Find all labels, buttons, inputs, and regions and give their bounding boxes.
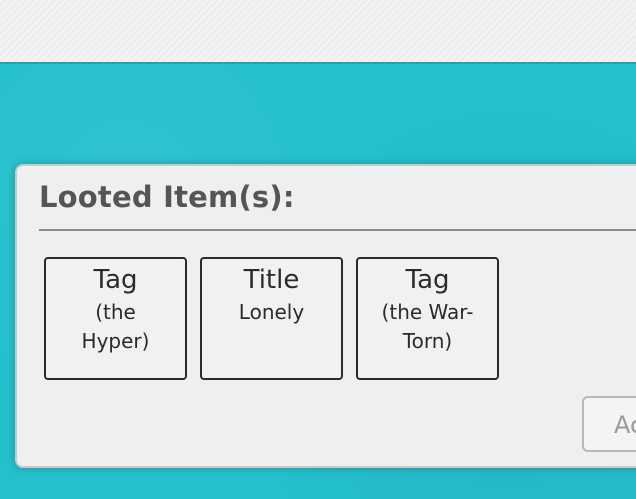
item-name-label: (the War-Torn) (381, 300, 474, 353)
item-type-label: Tag (405, 265, 450, 295)
looted-items-list: Tag (the Hyper) Title Lonely Tag (the Wa… (44, 257, 499, 380)
looted-item-card[interactable]: Tag (the War-Torn) (356, 257, 499, 380)
looted-item-card[interactable]: Title Lonely (200, 257, 343, 380)
item-type-label: Title (243, 265, 300, 295)
top-bar (0, 0, 636, 64)
add-button[interactable]: Ac (582, 396, 636, 452)
item-type-label: Tag (93, 265, 138, 295)
title-divider (39, 229, 636, 231)
loot-panel-title: Looted Item(s): (39, 180, 295, 214)
game-screen: Looted Item(s): Tag (the Hyper) Title Lo… (0, 0, 636, 499)
looted-item-card[interactable]: Tag (the Hyper) (44, 257, 187, 380)
loot-panel: Looted Item(s): Tag (the Hyper) Title Lo… (15, 164, 636, 468)
item-name-label: (the Hyper) (81, 300, 150, 353)
item-name-label: Lonely (238, 300, 305, 324)
